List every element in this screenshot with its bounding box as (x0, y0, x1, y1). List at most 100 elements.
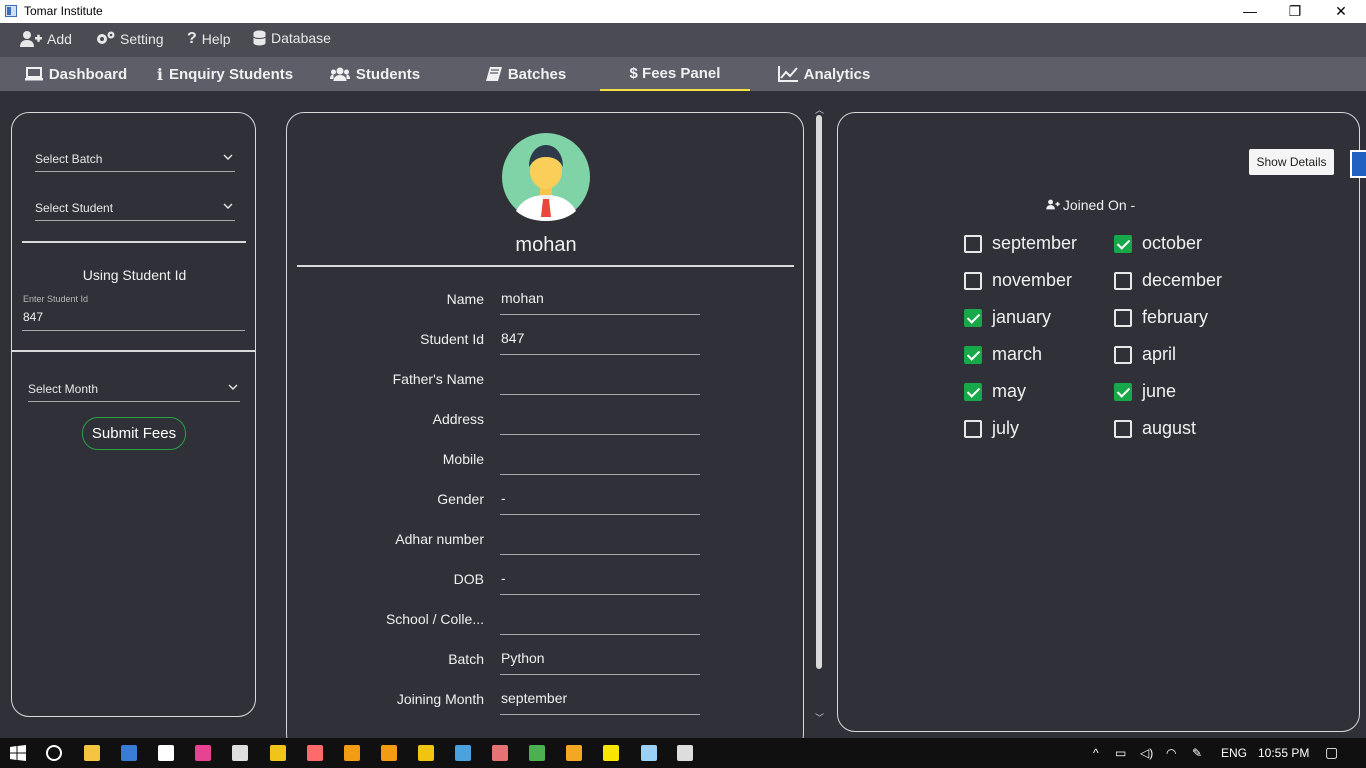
sticky-notes-icon[interactable] (603, 745, 619, 761)
show-details-button[interactable]: Show Details (1249, 149, 1334, 175)
add-user-icon (20, 31, 42, 47)
month-checkbox-label[interactable]: november (992, 270, 1072, 291)
cortana-icon[interactable] (46, 745, 62, 761)
info-icon: i (156, 64, 163, 84)
select-month-dropdown[interactable]: Select Month (28, 376, 240, 402)
browser-icon[interactable] (307, 745, 323, 761)
notification-icon[interactable]: ▢ (1325, 744, 1338, 761)
windows-start-icon[interactable] (10, 745, 26, 761)
pen-icon[interactable]: ✎ (1192, 746, 1202, 760)
select-student-dropdown[interactable]: Select Student (35, 195, 235, 221)
maximize-button[interactable]: ❐ (1272, 0, 1318, 23)
month-checkbox[interactable] (964, 383, 982, 401)
month-checkbox-label[interactable]: january (992, 307, 1051, 328)
month-checkbox[interactable] (1114, 420, 1132, 438)
month-checkbox[interactable] (964, 309, 982, 327)
month-checkbox[interactable] (1114, 346, 1132, 364)
box-icon[interactable] (641, 745, 657, 761)
app-icon[interactable] (270, 745, 286, 761)
sublime-icon[interactable] (381, 745, 397, 761)
month-checkbox-label[interactable]: may (992, 381, 1026, 402)
field-label: Joining Month (396, 691, 484, 707)
month-checkbox-label[interactable]: march (992, 344, 1042, 365)
student-id-input[interactable]: 847 (22, 305, 245, 331)
field-value[interactable]: mohan (501, 290, 544, 306)
month-checkbox[interactable] (964, 235, 982, 253)
field-value[interactable]: september (501, 690, 567, 706)
tab-dashboard-label: Dashboard (48, 65, 128, 83)
taskbar: ^ ▭ ◁) ◠ ✎ ENG 10:55 PM ▢ (0, 738, 1366, 768)
clock[interactable]: 10:55 PM (1258, 746, 1309, 760)
scroll-down-arrow[interactable]: ﹀ (815, 711, 824, 724)
menu-add[interactable]: Add (20, 30, 72, 48)
field-underline (500, 594, 700, 595)
month-checkbox[interactable] (964, 346, 982, 364)
tab-students[interactable]: Students (322, 57, 428, 91)
joined-months-panel: Show Details Joined On - (837, 112, 1360, 732)
field-value[interactable]: - (501, 490, 506, 506)
field-label: Name (446, 291, 484, 307)
cmd-icon[interactable] (232, 745, 248, 761)
file-explorer-icon[interactable] (84, 745, 100, 761)
month-checkbox-label[interactable]: february (1142, 307, 1208, 328)
tab-batches[interactable]: Batches (480, 57, 572, 91)
maps-icon[interactable] (158, 745, 174, 761)
tab-analytics[interactable]: Analytics (772, 57, 876, 91)
minimize-button[interactable]: — (1227, 0, 1273, 23)
menu-setting[interactable]: Setting (95, 30, 164, 48)
vlc-icon[interactable] (344, 745, 360, 761)
submit-fees-button[interactable]: Submit Fees (82, 417, 186, 450)
gears-icon (97, 31, 115, 44)
field-value[interactable]: - (501, 570, 506, 586)
month-checkbox-label[interactable]: july (992, 418, 1019, 439)
close-button[interactable]: ✕ (1318, 0, 1364, 23)
volume-icon[interactable]: ◁) (1140, 746, 1153, 760)
month-checkbox-label[interactable]: april (1142, 344, 1176, 365)
side-widget-icon[interactable] (1350, 150, 1366, 178)
month-checkbox[interactable] (1114, 383, 1132, 401)
scrollbar-thumb[interactable] (816, 115, 822, 669)
field-label: DOB (453, 571, 484, 587)
field-label: Father's Name (392, 371, 484, 387)
tab-batches-label: Batches (507, 65, 567, 83)
student-id-field-label: Enter Student Id (23, 294, 89, 304)
add-user-icon (1046, 199, 1060, 210)
month-checkbox-label[interactable]: june (1142, 381, 1176, 402)
select-month-label: Select Month (28, 382, 99, 396)
month-checkbox[interactable] (964, 420, 982, 438)
field-value[interactable]: 847 (501, 330, 524, 346)
paint-icon[interactable] (195, 745, 211, 761)
select-batch-dropdown[interactable]: Select Batch (35, 146, 235, 172)
month-checkbox-label[interactable]: october (1142, 233, 1202, 254)
month-checkbox[interactable] (964, 272, 982, 290)
month-checkbox[interactable] (1114, 309, 1132, 327)
window-title: Tomar Institute (24, 4, 103, 18)
chrome-icon[interactable] (529, 745, 545, 761)
menu-help[interactable]: ? Help (187, 30, 231, 48)
show-hidden-icons[interactable]: ^ (1093, 746, 1099, 760)
tab-fees-panel[interactable]: $ Fees Panel (600, 57, 750, 91)
month-checkbox-label[interactable]: september (992, 233, 1077, 254)
battery-icon[interactable]: ▭ (1115, 746, 1126, 760)
month-checkbox-label[interactable]: december (1142, 270, 1222, 291)
field-underline (500, 634, 700, 635)
java-icon[interactable] (677, 745, 693, 761)
menu-database[interactable]: Database (253, 30, 331, 46)
settings-app-icon[interactable] (566, 745, 582, 761)
wifi-icon[interactable]: ◠ (1166, 746, 1176, 760)
divider (12, 350, 255, 352)
language-indicator[interactable]: ENG (1221, 746, 1247, 760)
notepad-icon[interactable] (455, 745, 471, 761)
field-underline (500, 474, 700, 475)
select-student-label: Select Student (35, 201, 114, 215)
tab-dashboard[interactable]: Dashboard (20, 57, 132, 91)
mail-icon[interactable] (418, 745, 434, 761)
month-checkbox[interactable] (1114, 272, 1132, 290)
month-checkbox-label[interactable]: august (1142, 418, 1196, 439)
month-checkbox[interactable] (1114, 235, 1132, 253)
tab-enquiry-students[interactable]: i Enquiry Students (150, 57, 300, 91)
field-value[interactable]: Python (501, 650, 545, 666)
scrollbar[interactable]: ︿ ﹀ (813, 103, 825, 728)
rocket-icon[interactable] (492, 745, 508, 761)
terminal-icon[interactable] (121, 745, 137, 761)
